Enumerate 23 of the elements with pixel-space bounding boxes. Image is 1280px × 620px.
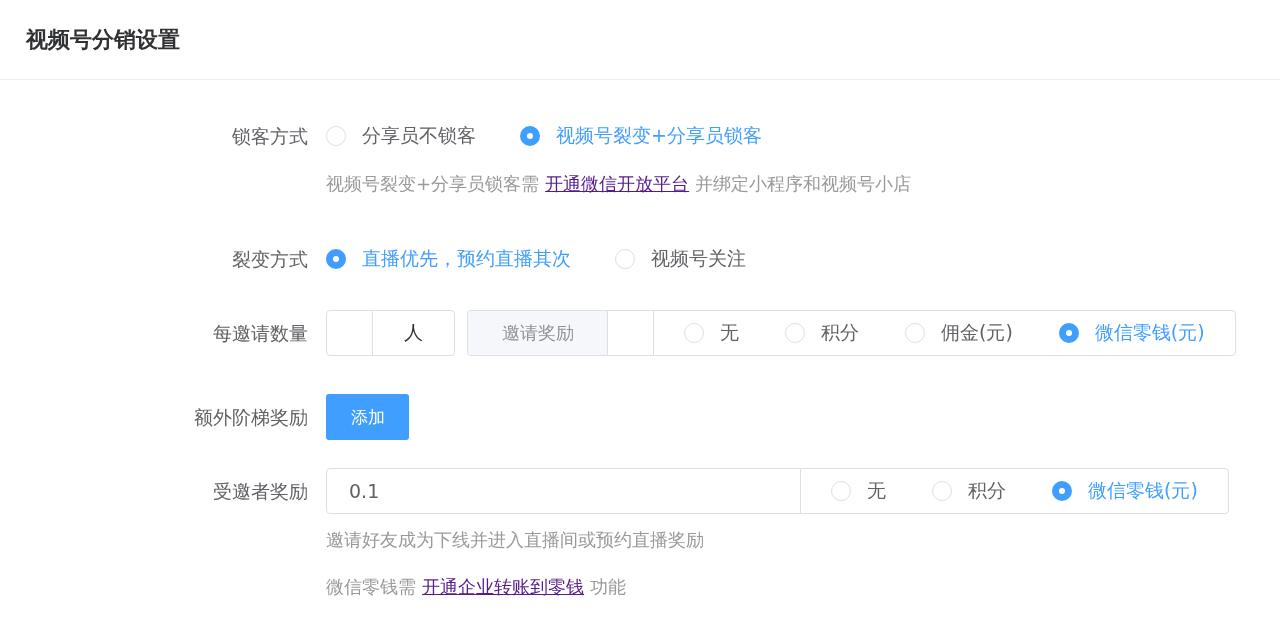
hint-text: 邀请好友成为下线并进入直播间或预约直播奖励 <box>326 528 705 552</box>
link[interactable]: 开通微信开放平台 <box>545 173 690 194</box>
field-label: 裂变方式 <box>231 247 308 272</box>
radio-option[interactable]: 视频号关注 <box>615 246 746 272</box>
field-label: 每邀请数量 <box>212 321 308 346</box>
count-input-field[interactable]: 人 <box>326 310 455 356</box>
unit-label: 人 <box>403 320 424 345</box>
radio-option[interactable]: 积分 <box>932 478 1006 504</box>
hint-text: 微信零钱需 开通企业转账到零钱 功能 <box>326 575 627 599</box>
radio-option[interactable]: 分享员不锁客 <box>326 123 476 149</box>
radio-option[interactable]: 无 <box>684 320 739 346</box>
radio-option[interactable]: 积分 <box>785 320 859 346</box>
reward-value-field[interactable]: 0.1 无 积分 微信零钱(元) <box>326 468 1229 514</box>
reward-input-field[interactable]: 邀请奖励 无 积分 佣金(元) 微信零钱(元) <box>467 310 1236 356</box>
reward-prepend: 邀请奖励 <box>468 311 608 355</box>
field-label: 受邀者奖励 <box>212 479 308 504</box>
field-label: 额外阶梯奖励 <box>193 405 308 430</box>
radio-option[interactable]: 无 <box>831 478 886 504</box>
link[interactable]: 开通企业转账到零钱 <box>422 576 584 597</box>
hint-text: 视频号裂变+分享员锁客需 开通微信开放平台 并绑定小程序和视频号小店 <box>326 172 912 196</box>
radio-option[interactable]: 佣金(元) <box>905 320 1013 346</box>
page-title: 视频号分销设置 <box>26 25 180 54</box>
field-label: 锁客方式 <box>231 124 308 149</box>
